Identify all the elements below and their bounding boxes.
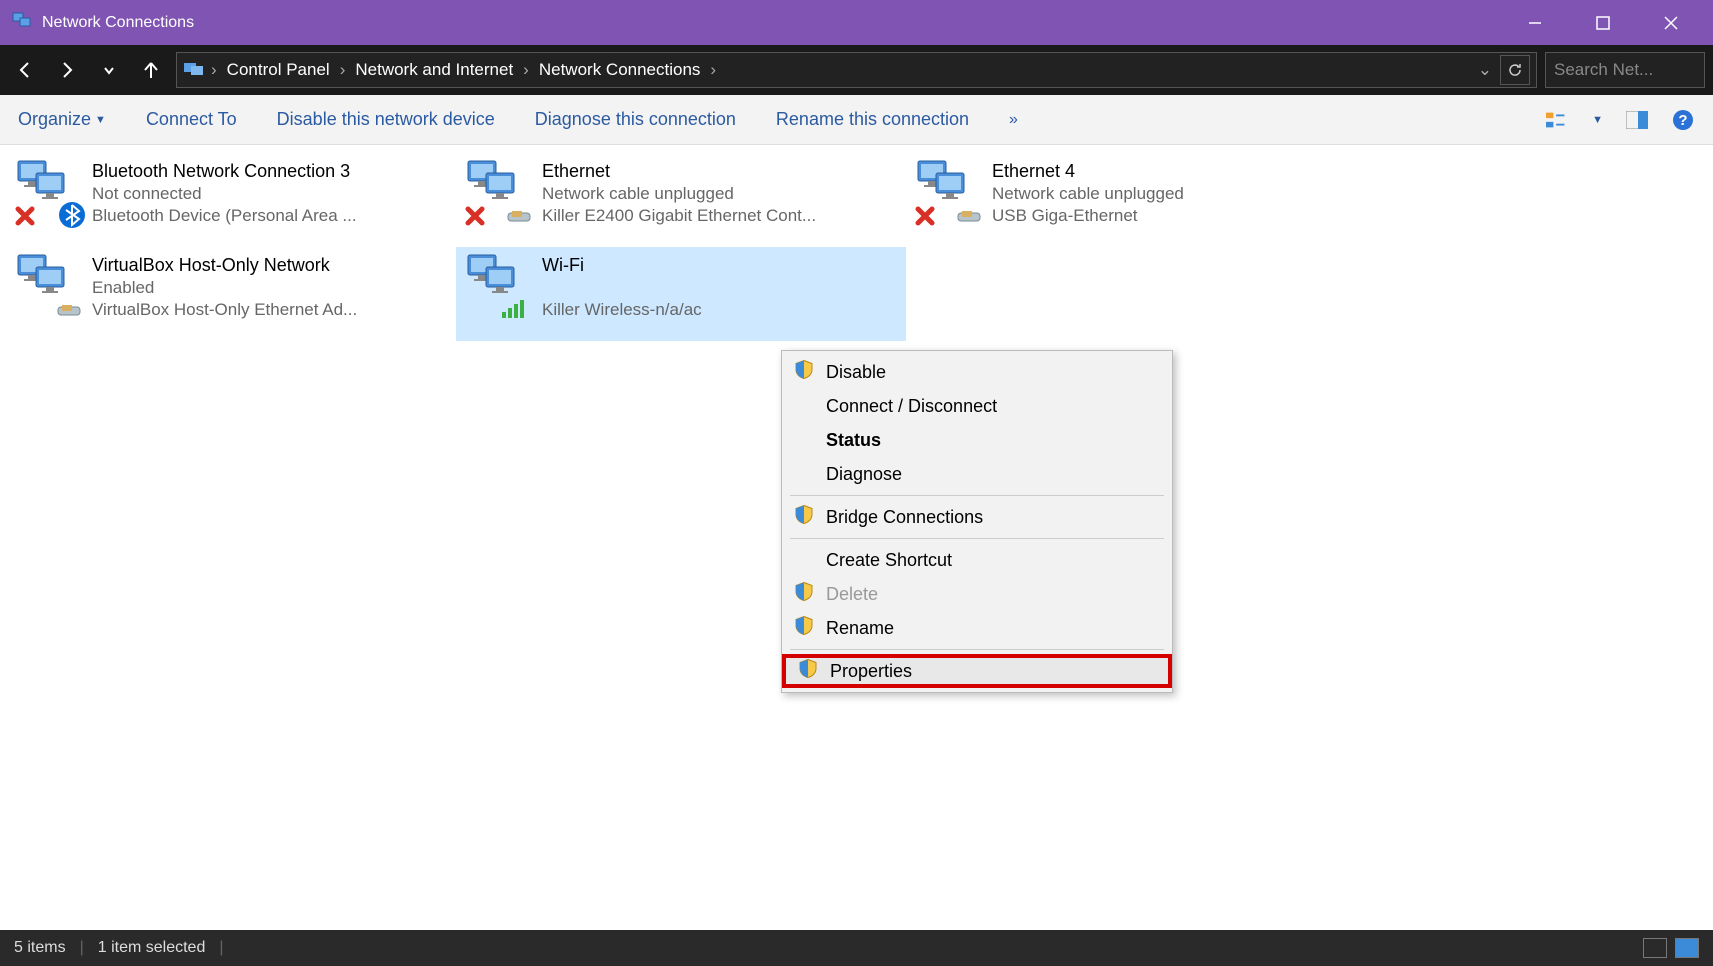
breadcrumb-bar[interactable]: › Control Panel › Network and Internet ›… [176,52,1537,88]
content-area: Bluetooth Network Connection 3Not connec… [0,145,1713,930]
breadcrumb-item[interactable]: Control Panel [223,60,334,80]
menu-separator [790,495,1164,496]
connection-status: Enabled [92,278,357,298]
connection-item[interactable]: Wi-Fi Killer Wireless-n/a/ac [456,247,906,341]
connection-status: Network cable unplugged [542,184,816,204]
connection-icon [16,253,80,321]
recent-button[interactable] [92,53,126,87]
view-options-button[interactable] [1546,108,1570,132]
close-button[interactable] [1637,0,1705,45]
chevron-down-icon[interactable]: ⌄ [1478,60,1492,80]
menu-item-label: Status [826,430,881,451]
menu-item-label: Create Shortcut [826,550,952,571]
shield-icon [794,582,814,607]
connection-item[interactable]: VirtualBox Host-Only NetworkEnabledVirtu… [6,247,456,341]
chevron-right-icon: › [211,60,217,80]
menu-item-label: Disable [826,362,886,383]
titlebar: Network Connections [0,0,1713,45]
preview-pane-button[interactable] [1625,108,1649,132]
connection-name: Wi-Fi [542,255,702,276]
context-menu: Disable Connect / Disconnect Status Diagnos… [781,350,1173,693]
address-bar: › Control Panel › Network and Internet ›… [0,45,1713,95]
connection-status: Not connected [92,184,357,204]
menu-separator [790,538,1164,539]
menu-item-rename[interactable]: Rename [782,611,1172,645]
connection-icon [466,159,530,227]
help-button[interactable]: ? [1671,108,1695,132]
chevron-down-icon: ▼ [95,114,106,126]
back-button[interactable] [8,53,42,87]
connection-icon [466,253,530,321]
tiles-view-button[interactable] [1675,938,1699,958]
svg-text:?: ? [1678,112,1687,129]
chevron-right-icon: › [340,60,346,80]
command-bar: Organize ▼ Connect To Disable this netwo… [0,95,1713,145]
item-count: 5 items [14,939,66,957]
selection-count: 1 item selected [98,939,206,957]
menu-item-disable[interactable]: Disable [782,355,1172,389]
window-title: Network Connections [42,14,1501,32]
menu-item-diagnose[interactable]: Diagnose [782,457,1172,491]
menu-item-bridge-connections[interactable]: Bridge Connections [782,500,1172,534]
menu-item-label: Delete [826,584,878,605]
connection-device: VirtualBox Host-Only Ethernet Ad... [92,300,357,320]
chevron-down-icon[interactable]: ▼ [1592,114,1603,126]
disable-device-button[interactable]: Disable this network device [277,109,495,130]
up-button[interactable] [134,53,168,87]
connect-to-button[interactable]: Connect To [146,109,237,130]
connection-device: Killer E2400 Gigabit Ethernet Cont... [542,206,816,226]
connection-device: Bluetooth Device (Personal Area ... [92,206,357,226]
connection-icon [916,159,980,227]
connection-device: USB Giga-Ethernet [992,206,1184,226]
rename-button[interactable]: Rename this connection [776,109,969,130]
refresh-button[interactable] [1500,55,1530,85]
shield-icon [794,360,814,385]
details-view-button[interactable] [1643,938,1667,958]
diagnose-button[interactable]: Diagnose this connection [535,109,736,130]
connection-item[interactable]: Ethernet 4Network cable unpluggedUSB Gig… [906,153,1356,247]
connection-status: Network cable unplugged [992,184,1184,204]
connection-item[interactable]: Bluetooth Network Connection 3Not connec… [6,153,456,247]
breadcrumb-item[interactable]: Network and Internet [351,60,517,80]
connection-name: Ethernet 4 [992,161,1184,182]
menu-separator [790,649,1164,650]
shield-icon [794,505,814,530]
menu-item-delete: Delete [782,577,1172,611]
items-view: Bluetooth Network Connection 3Not connec… [0,145,1713,349]
search-input[interactable] [1554,60,1713,80]
connection-name: Bluetooth Network Connection 3 [92,161,357,182]
overflow-button[interactable]: » [1009,111,1018,129]
minimize-button[interactable] [1501,0,1569,45]
shield-icon [794,616,814,641]
connection-item[interactable]: EthernetNetwork cable unpluggedKiller E2… [456,153,906,247]
menu-item-label: Properties [830,661,912,682]
shield-icon [798,659,818,684]
menu-item-properties[interactable]: Properties [782,654,1172,688]
breadcrumb-item[interactable]: Network Connections [535,60,705,80]
chevron-right-icon: › [710,60,716,80]
connection-icon [16,159,80,227]
menu-item-label: Rename [826,618,894,639]
connection-name: VirtualBox Host-Only Network [92,255,357,276]
menu-item-connect-disconnect[interactable]: Connect / Disconnect [782,389,1172,423]
menu-item-label: Connect / Disconnect [826,396,997,417]
menu-item-status[interactable]: Status [782,423,1172,457]
menu-item-label: Diagnose [826,464,902,485]
search-box[interactable] [1545,52,1705,88]
status-bar: 5 items | 1 item selected | [0,930,1713,966]
menu-item-create-shortcut[interactable]: Create Shortcut [782,543,1172,577]
app-icon [12,10,32,35]
chevron-right-icon: › [523,60,529,80]
menu-item-label: Bridge Connections [826,507,983,528]
forward-button[interactable] [50,53,84,87]
connection-device: Killer Wireless-n/a/ac [542,300,702,320]
organize-menu[interactable]: Organize ▼ [18,109,106,130]
connection-name: Ethernet [542,161,816,182]
folder-icon [183,59,205,82]
maximize-button[interactable] [1569,0,1637,45]
